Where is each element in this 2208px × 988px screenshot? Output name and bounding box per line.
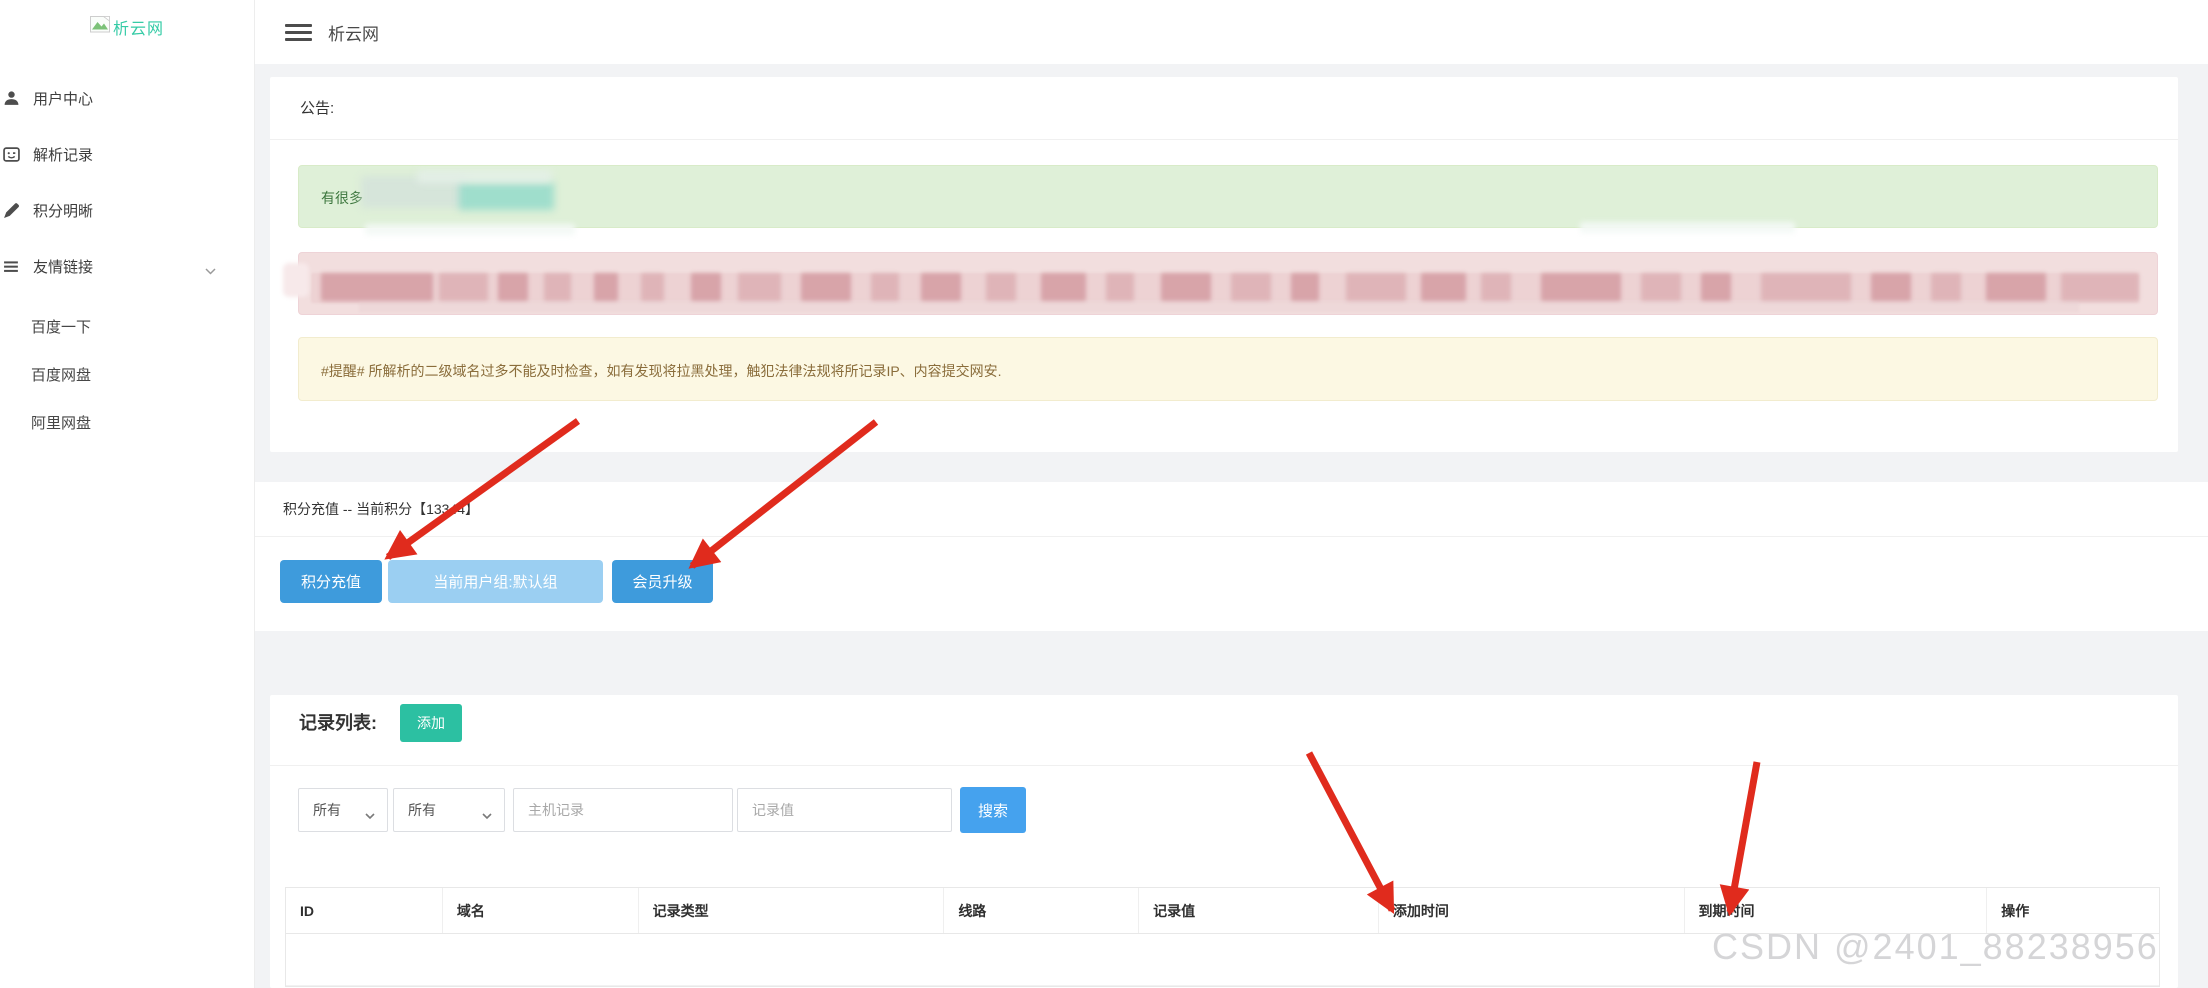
app-page: 析云网 用户中心 解析记录 积分明晰 xyxy=(0,0,2208,988)
sidebar-item-label: 积分明晰 xyxy=(33,200,93,221)
sidebar-item-points-detail[interactable]: 积分明晰 xyxy=(0,182,254,238)
sidebar-subitem-ali-pan[interactable]: 阿里网盘 xyxy=(0,400,254,448)
sidebar-item-label: 用户中心 xyxy=(33,88,93,109)
search-button[interactable]: 搜索 xyxy=(960,787,1026,833)
sidebar-item-label: 解析记录 xyxy=(33,144,93,165)
col-domain: 域名 xyxy=(443,888,639,933)
select-value: 所有 xyxy=(408,800,436,820)
sidebar: 析云网 用户中心 解析记录 积分明晰 xyxy=(0,0,255,988)
select-value: 所有 xyxy=(313,800,341,820)
broken-image-icon xyxy=(90,16,110,38)
member-upgrade-button[interactable]: 会员升级 xyxy=(612,560,713,603)
chevron-down-icon xyxy=(482,807,492,823)
list-icon xyxy=(3,258,20,275)
points-recharge-button[interactable]: 积分充值 xyxy=(280,560,382,603)
sidebar-item-user-center[interactable]: 用户中心 xyxy=(0,70,254,126)
announcement-red-alert xyxy=(298,252,2158,315)
col-line: 线路 xyxy=(944,888,1139,933)
record-value-input[interactable] xyxy=(737,788,952,832)
col-id: ID xyxy=(286,888,443,933)
logo-text: 析云网 xyxy=(113,15,164,39)
record-icon xyxy=(3,146,20,163)
user-icon xyxy=(3,90,20,107)
col-add-time: 添加时间 xyxy=(1379,888,1685,933)
hamburger-menu-icon[interactable] xyxy=(285,20,312,45)
sidebar-item-resolve-records[interactable]: 解析记录 xyxy=(0,126,254,182)
points-header: 积分充值 -- 当前积分【13344】 xyxy=(255,482,2208,537)
col-record-value: 记录值 xyxy=(1139,888,1379,933)
announcement-green-alert: 有很多 xyxy=(298,165,2158,228)
sidebar-subitem-baidu[interactable]: 百度一下 xyxy=(0,304,254,352)
sidebar-subitem-baidu-pan[interactable]: 百度网盘 xyxy=(0,352,254,400)
announcement-title: 公告: xyxy=(270,77,2178,140)
sidebar-menu: 用户中心 解析记录 积分明晰 友情链接 xyxy=(0,50,254,448)
sidebar-submenu: 百度一下 百度网盘 阿里网盘 xyxy=(0,304,254,448)
sidebar-item-friend-links[interactable]: 友情链接 xyxy=(0,238,254,294)
sidebar-item-label: 友情链接 xyxy=(33,256,93,277)
host-record-input[interactable] xyxy=(513,788,733,832)
csdn-watermark: CSDN @2401_88238956 xyxy=(1712,926,2159,968)
topbar-title: 析云网 xyxy=(328,20,379,45)
sidebar-logo[interactable]: 析云网 xyxy=(0,0,254,50)
records-title: 记录列表: xyxy=(299,704,377,742)
chevron-down-icon xyxy=(205,262,216,280)
add-record-button[interactable]: 添加 xyxy=(400,704,462,742)
divider xyxy=(270,765,2178,766)
col-record-type: 记录类型 xyxy=(639,888,945,933)
yellow-alert-text: #提醒# 所解析的二级域名过多不能及时检查，如有发现将拉黑处理，触犯法律法规将所… xyxy=(321,361,1002,381)
announcement-yellow-alert: #提醒# 所解析的二级域名过多不能及时检查，如有发现将拉黑处理，触犯法律法规将所… xyxy=(298,337,2158,401)
record-type-select[interactable]: 所有 xyxy=(298,788,388,832)
pen-icon xyxy=(3,202,20,219)
announcement-card: 公告: 有很多 #提醒# 所解析的二级域名过多不能及时检查，如有发现将拉黑处理，… xyxy=(270,77,2178,452)
chevron-down-icon xyxy=(365,807,375,823)
redaction-blob xyxy=(283,263,309,297)
current-user-group-button[interactable]: 当前用户组:默认组 xyxy=(388,560,603,603)
points-section: 积分充值 -- 当前积分【13344】 积分充值 当前用户组:默认组 会员升级 xyxy=(255,482,2208,631)
line-select[interactable]: 所有 xyxy=(393,788,505,832)
green-alert-text: 有很多 xyxy=(321,188,363,208)
topbar: 析云网 xyxy=(255,0,2208,64)
